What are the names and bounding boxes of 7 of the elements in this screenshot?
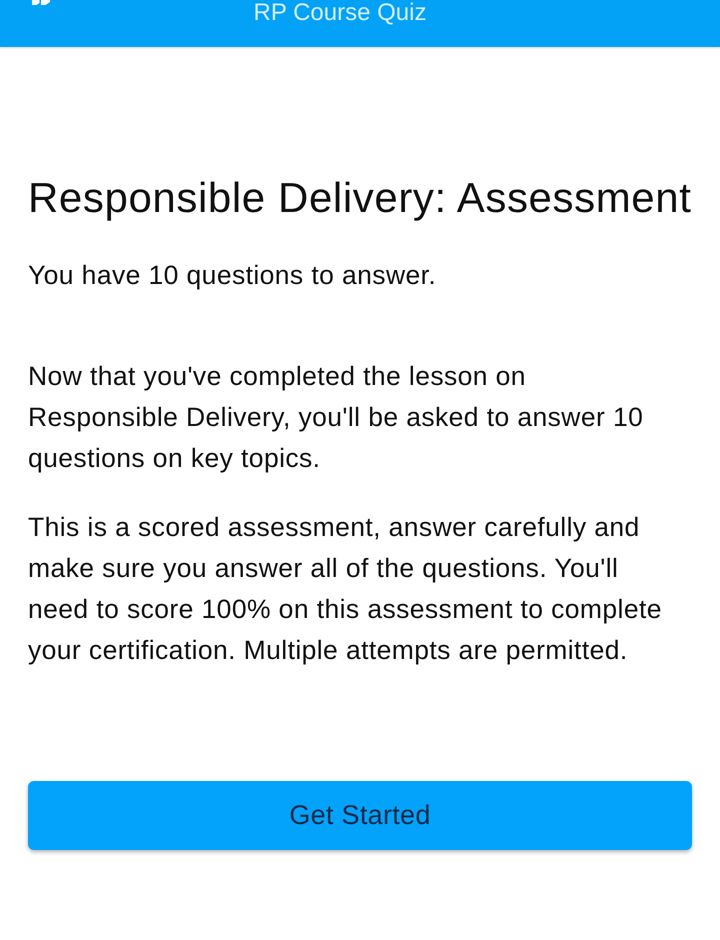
- paragraph-text: This is a scored assessment, answer carefully and make sure you answer all of the questions. You'll need to score 100% on this assessment to complete your certification. Multiple attempts are permitted.: [28, 511, 663, 667]
- paragraph-text: Now that you've completed the lesson on Responsible Delivery, you'll be asked to answer 10 questions on key topics.: [28, 360, 644, 475]
- header-title: RP Course Quiz: [254, 0, 426, 26]
- get-started-button[interactable]: Get Started: [28, 781, 692, 850]
- page-heading: Responsible Delivery: Assessment: [28, 173, 692, 223]
- cropped-icon[interactable]: [32, 0, 50, 5]
- intro-text: You have 10 questions to answer.: [28, 259, 438, 292]
